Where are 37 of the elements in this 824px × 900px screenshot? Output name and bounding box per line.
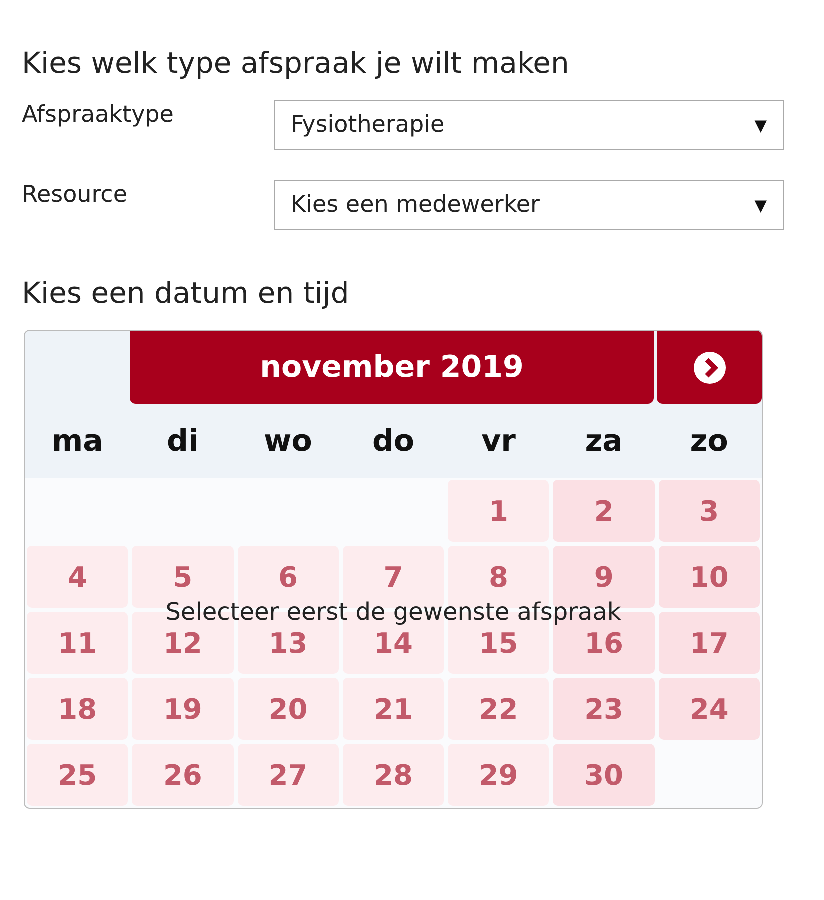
day-cell: 29 (448, 744, 550, 806)
day-cell: 28 (342, 744, 444, 806)
section-heading: Kies welk type afspraak je wilt maken (22, 46, 570, 80)
weekday-label: do (372, 424, 415, 458)
day-cell: 30 (553, 744, 655, 806)
next-month-button[interactable] (657, 331, 762, 404)
day-cell: 20 (238, 678, 339, 740)
dropdown-field[interactable]: Kies een medewerker ▼ (274, 180, 784, 230)
section-heading: Kies een datum en tijd (22, 276, 350, 310)
weekday-label: zo (690, 424, 728, 458)
field-label: Afspraaktype (22, 101, 175, 128)
day-cell: 18 (27, 678, 128, 740)
weekday-label: wo (264, 424, 312, 458)
day-cell: 22 (448, 678, 550, 740)
day-cell: 6 (238, 546, 339, 608)
day-cell: 27 (238, 744, 339, 806)
day-cell: 1 (448, 480, 550, 542)
day-cell: 21 (342, 678, 444, 740)
field-label: Resource (22, 181, 128, 208)
day-cell: 11 (27, 612, 128, 674)
day-cell: 10 (658, 546, 760, 608)
day-cell: 26 (132, 744, 234, 806)
day-cell: 17 (658, 612, 760, 674)
weekday-label: di (167, 424, 199, 458)
day-cell: 2 (553, 480, 655, 542)
day-cell: 23 (553, 678, 655, 740)
weekday-label: ma (52, 424, 104, 458)
day-cell: 4 (27, 546, 128, 608)
next-icon (692, 350, 726, 384)
weekday-label: za (585, 424, 623, 458)
day-cell: 3 (658, 480, 760, 542)
weekday-label: vr (482, 424, 516, 458)
day-cell: 25 (27, 744, 128, 806)
day-cell: 24 (658, 678, 760, 740)
month-title: november 2019 (130, 331, 654, 404)
dropdown-field[interactable]: Fysiotherapie ▼ (274, 100, 784, 150)
day-cell: 19 (132, 678, 234, 740)
